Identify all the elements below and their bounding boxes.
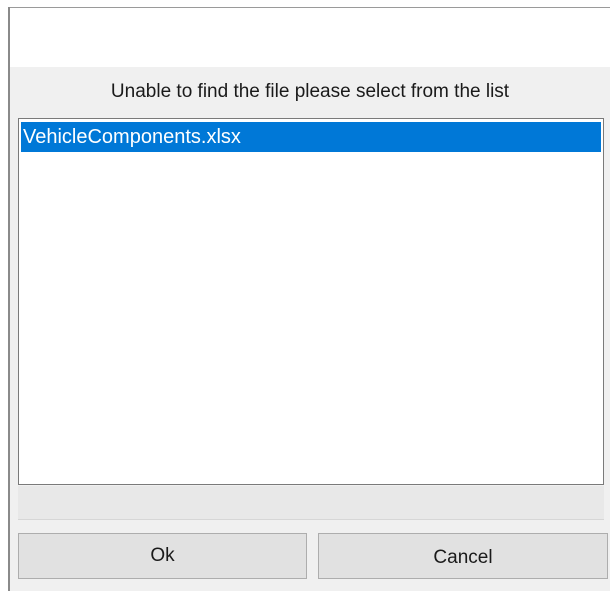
dialog-message: Unable to find the file please select fr… <box>110 81 510 102</box>
file-listbox[interactable]: VehicleComponents.xlsx <box>18 118 604 485</box>
ok-button[interactable]: Ok <box>18 533 307 579</box>
cancel-button[interactable]: Cancel <box>318 533 608 579</box>
file-select-dialog: Unable to find the file please select fr… <box>10 67 610 591</box>
background-window <box>0 0 610 67</box>
list-footer <box>18 486 604 520</box>
window-border <box>10 7 610 8</box>
list-item[interactable]: VehicleComponents.xlsx <box>21 122 601 152</box>
